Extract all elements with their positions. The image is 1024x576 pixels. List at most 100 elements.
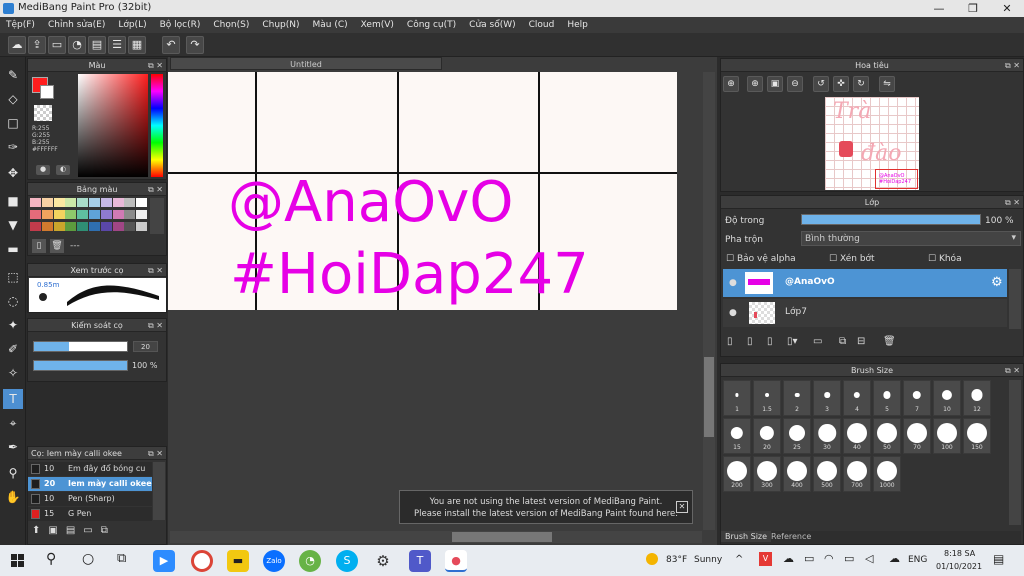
transparent-color-swatch[interactable] — [34, 105, 52, 121]
layer-menu-icon[interactable]: ▯▾ — [787, 336, 798, 347]
zoom-in-icon[interactable]: ⊕ — [723, 76, 739, 92]
undo-icon[interactable]: ↶ — [162, 36, 180, 54]
brush-size-option[interactable]: 12 — [963, 380, 991, 416]
palette-swatch[interactable] — [53, 222, 65, 231]
dropper-tool-icon[interactable]: ✒ — [3, 437, 23, 457]
comment-icon[interactable]: ▭ — [48, 36, 66, 54]
panel-popout-icon[interactable]: ⧉ ✕ — [1005, 59, 1020, 72]
document-canvas[interactable]: @AnaOvO #HoiDap247 — [168, 72, 677, 310]
merge-layer-icon[interactable]: ⊟ — [857, 336, 865, 347]
notification-icon[interactable]: ▤ — [993, 552, 1004, 566]
zoom-out-icon[interactable]: ⊖ — [787, 76, 803, 92]
palette-swatch[interactable] — [124, 198, 136, 207]
navigator-view-box[interactable]: @AnaOvO #HoiDap247 — [875, 169, 918, 189]
select-eraser-tool-icon[interactable]: ✧ — [3, 363, 23, 383]
brush-list-item-selected[interactable]: 20 Iem mày calli okee — [28, 477, 152, 491]
color-mode-icon[interactable]: ● — [36, 165, 50, 175]
brush-menu-icon[interactable]: ▣ — [48, 525, 65, 536]
brush-list-item[interactable]: 15 G Pen — [28, 507, 152, 521]
palette-swatch[interactable] — [77, 210, 89, 219]
brush-folder-icon[interactable]: ▭ — [83, 525, 100, 536]
palette-swatch[interactable] — [89, 222, 100, 231]
brush-list-scrollbar[interactable] — [153, 462, 165, 520]
brush-size-option[interactable]: 5 — [873, 380, 901, 416]
brush-size-option[interactable]: 7 — [903, 380, 931, 416]
menu-tools[interactable]: Công cụ(T) — [407, 20, 456, 30]
tray-app-icon[interactable]: V — [759, 552, 772, 566]
update-notice-close[interactable]: ✕ — [676, 501, 688, 513]
palette-swatch[interactable] — [53, 198, 65, 207]
zoom-app-icon[interactable]: ▶ — [153, 550, 175, 572]
panel-popout-icon[interactable]: ⧉ ✕ — [148, 59, 163, 72]
brush-size-value[interactable]: 20 — [133, 341, 158, 352]
settings-gear-icon[interactable]: ⚙ — [372, 550, 394, 572]
brush-list-item[interactable]: 10 Pen (Sharp) — [28, 492, 152, 506]
brush-size-option[interactable]: 4 — [843, 380, 871, 416]
new-layer-icon[interactable]: ▯ — [727, 336, 733, 347]
duplicate-layer-icon[interactable]: ⧉ — [839, 336, 846, 347]
weather-temp[interactable]: 83°F — [666, 555, 687, 565]
palette-swatch[interactable] — [30, 222, 41, 231]
coc-coc-app-icon[interactable]: ◔ — [299, 550, 321, 572]
palette-scrollbar[interactable] — [150, 198, 164, 234]
palette-swatch[interactable] — [89, 210, 100, 219]
palette-swatch[interactable] — [65, 198, 77, 207]
menu-edit[interactable]: Chỉnh sửa(E) — [48, 20, 105, 30]
brush-size-option[interactable]: 100 — [933, 418, 961, 454]
windows-start-icon[interactable] — [11, 554, 24, 567]
delete-layer-icon[interactable]: 🗑 — [883, 336, 896, 347]
clipping-checkbox[interactable]: ☐ — [829, 254, 837, 264]
palette-swatch[interactable] — [124, 222, 136, 231]
rectangle-tool-icon[interactable]: □ — [3, 113, 23, 133]
fill-rect-tool-icon[interactable]: ■ — [3, 191, 23, 211]
palette-swatch[interactable] — [41, 198, 53, 207]
saturation-value-picker[interactable] — [78, 74, 148, 177]
menu-window[interactable]: Cửa sổ(W) — [469, 20, 515, 30]
add-brush-icon[interactable]: ⬆ — [32, 525, 48, 536]
duplicate-brush-icon[interactable]: ⧉ — [101, 525, 116, 536]
grid-icon[interactable]: ▦ — [128, 36, 146, 54]
cortana-icon[interactable]: ○ — [82, 551, 94, 567]
brush-size-option[interactable]: 300 — [753, 456, 781, 492]
operation-tool-icon[interactable]: ⌖ — [3, 413, 23, 433]
palette-swatch[interactable] — [53, 210, 65, 219]
file-explorer-icon[interactable]: ▬ — [227, 550, 249, 572]
brush-size-option[interactable]: 150 — [963, 418, 991, 454]
brush-size-option[interactable]: 25 — [783, 418, 811, 454]
medibang-taskbar-icon[interactable]: ● — [445, 550, 467, 572]
palette-swatch[interactable] — [65, 222, 77, 231]
skype-app-icon[interactable]: S — [336, 550, 358, 572]
palette-swatch[interactable] — [41, 222, 53, 231]
pen-tool-icon[interactable]: ✑ — [3, 137, 23, 157]
clock-date[interactable]: 01/10/2021 — [936, 562, 982, 571]
hue-slider[interactable] — [151, 74, 163, 177]
palette-swatch[interactable] — [124, 210, 136, 219]
new-8bit-layer-icon[interactable]: ▯ — [767, 336, 773, 347]
zalo-app-icon[interactable]: Zalo — [263, 550, 285, 572]
zoom-in-alt-icon[interactable]: ⊕ — [747, 76, 763, 92]
select-rect-tool-icon[interactable]: ⬚ — [3, 267, 23, 287]
chrome-app-icon[interactable] — [191, 550, 213, 572]
canvas-v-scroll-thumb[interactable] — [704, 357, 714, 437]
brush-size-option[interactable]: 700 — [843, 456, 871, 492]
menu-snap[interactable]: Chụp(N) — [262, 20, 299, 30]
reset-view-icon[interactable]: ✜ — [833, 76, 849, 92]
menu-help[interactable]: Help — [567, 20, 588, 30]
brush-size-option[interactable]: 3 — [813, 380, 841, 416]
flip-icon[interactable]: ⇋ — [879, 76, 895, 92]
search-icon[interactable]: ⚲ — [46, 551, 56, 567]
layer-scrollbar[interactable] — [1009, 269, 1021, 329]
volume-icon[interactable]: ◁ — [865, 552, 873, 565]
update-notice[interactable]: You are not using the latest version of … — [399, 490, 693, 524]
brush-size-option[interactable]: 30 — [813, 418, 841, 454]
background-color-swatch[interactable] — [40, 85, 54, 99]
tray-cloud2-icon[interactable]: ☁ — [889, 552, 900, 565]
palette-swatch[interactable] — [100, 198, 112, 207]
palette-swatch[interactable] — [41, 210, 53, 219]
layer-opacity-slider[interactable] — [801, 214, 981, 225]
delete-palette-icon[interactable]: 🗑 — [50, 239, 64, 253]
gradient-tool-icon[interactable]: ▬ — [3, 239, 23, 259]
document-tab[interactable]: Untitled — [170, 57, 442, 70]
eraser-tool-icon[interactable]: ◇ — [3, 89, 23, 109]
menu-select[interactable]: Chọn(S) — [213, 20, 249, 30]
